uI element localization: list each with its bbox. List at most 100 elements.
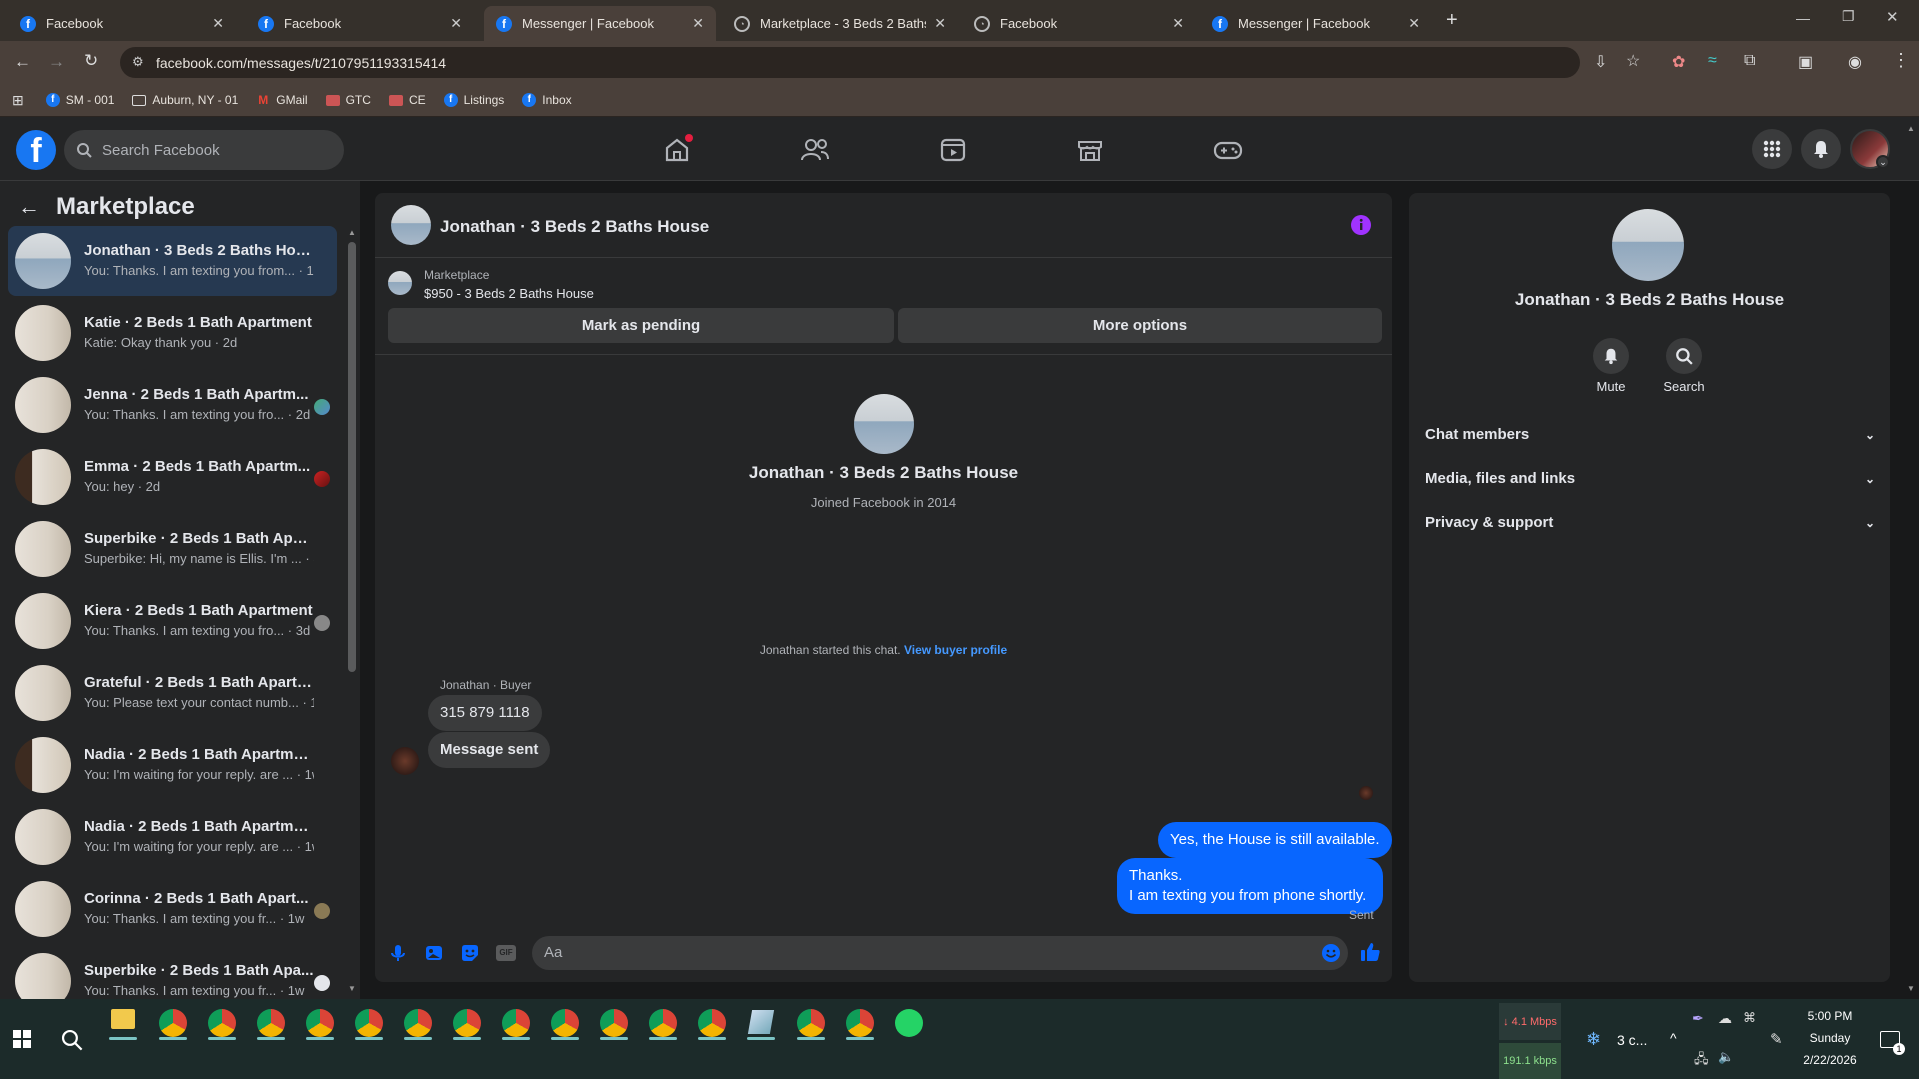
scrollbar[interactable] <box>348 242 356 672</box>
conversation-item[interactable]: Nadia · 2 Beds 1 Bath Apartment You: I'm… <box>8 802 337 872</box>
conversation-item[interactable]: Katie · 2 Beds 1 Bath Apartment Katie: O… <box>8 298 337 368</box>
clock-day[interactable]: Sunday <box>1798 1031 1862 1045</box>
browser-tab[interactable]: f Facebook ✕ <box>8 6 236 41</box>
emoji-icon[interactable] <box>1321 943 1341 963</box>
onedrive-icon[interactable]: ☁ <box>1718 1010 1732 1027</box>
sender-avatar[interactable] <box>391 747 419 775</box>
sidepanel-icon[interactable]: ▣ <box>1798 52 1813 72</box>
marketplace-icon[interactable] <box>1072 132 1108 168</box>
chrome-icon[interactable] <box>600 1009 628 1037</box>
scroll-down-icon[interactable]: ▼ <box>348 984 356 993</box>
conversation-item[interactable]: Nadia · 2 Beds 1 Bath Apartment You: I'm… <box>8 730 337 800</box>
browser-tab[interactable]: ◔ Facebook ✕ <box>962 6 1196 41</box>
windows-start-icon[interactable] <box>13 1030 31 1048</box>
pen-tray-icon[interactable]: ✒ <box>1692 1010 1704 1027</box>
message-input[interactable]: Aa <box>532 936 1348 970</box>
bookmark-inbox[interactable]: f Inbox <box>522 93 572 107</box>
close-icon[interactable]: ✕ <box>934 15 946 32</box>
conversation-item[interactable]: Jonathan · 3 Beds 2 Baths House You: Tha… <box>8 226 337 296</box>
chevron-down-icon[interactable]: ⌄ <box>1876 155 1890 169</box>
page-scroll-up-icon[interactable]: ▲ <box>1907 124 1915 133</box>
chat-header-title[interactable]: Jonathan · 3 Beds 2 Baths House <box>440 217 709 237</box>
chrome-icon[interactable] <box>698 1009 726 1037</box>
close-icon[interactable]: ✕ <box>1408 15 1420 32</box>
bookmark-gtc[interactable]: GTC <box>325 93 371 107</box>
chrome-icon[interactable] <box>551 1009 579 1037</box>
video-icon[interactable] <box>935 132 971 168</box>
details-avatar[interactable] <box>1612 209 1684 281</box>
volume-icon[interactable]: 🔈 <box>1718 1049 1734 1065</box>
restore-icon[interactable]: ❐ <box>1842 8 1855 25</box>
view-buyer-profile-link[interactable]: View buyer profile <box>904 643 1007 657</box>
install-icon[interactable]: ⇩ <box>1594 52 1607 72</box>
mute-button[interactable] <box>1593 338 1629 374</box>
chrome-icon[interactable] <box>208 1009 236 1037</box>
conversation-item[interactable]: Grateful · 2 Beds 1 Bath Apartme... You:… <box>8 658 337 728</box>
browser-tab[interactable]: f Facebook ✕ <box>246 6 474 41</box>
conversation-item[interactable]: Superbike · 2 Beds 1 Bath Apart... Super… <box>8 514 337 584</box>
clock-date[interactable]: 2/22/2026 <box>1798 1053 1862 1067</box>
profile-icon[interactable]: ◉ <box>1848 52 1862 72</box>
conversation-item[interactable]: Emma · 2 Beds 1 Bath Apartm... You: hey … <box>8 442 337 512</box>
chrome-icon[interactable] <box>797 1009 825 1037</box>
search-icon[interactable] <box>61 1029 83 1051</box>
browser-tab[interactable]: ◔ Marketplace - 3 Beds 2 Baths H ✕ <box>722 6 958 41</box>
weather-text[interactable]: 3 c... <box>1617 1032 1647 1048</box>
bookmark-gmail[interactable]: M GMail <box>256 93 307 107</box>
home-icon[interactable] <box>659 132 695 168</box>
more-options-button[interactable]: More options <box>898 308 1382 343</box>
section-media-files-links[interactable]: Media, files and links ⌄ <box>1425 470 1875 487</box>
whatsapp-icon[interactable] <box>895 1009 923 1037</box>
chrome-icon[interactable] <box>846 1009 874 1037</box>
incoming-message[interactable]: Message sent <box>428 732 551 768</box>
close-icon[interactable]: ✕ <box>692 15 704 32</box>
page-scroll-down-icon[interactable]: ▼ <box>1907 984 1915 993</box>
minimize-icon[interactable]: — <box>1796 10 1810 26</box>
close-icon[interactable]: ✕ <box>450 15 462 32</box>
reload-icon[interactable]: ↻ <box>84 51 98 71</box>
conversation-item[interactable]: Kiera · 2 Beds 1 Bath Apartment You: Tha… <box>8 586 337 656</box>
gaming-icon[interactable] <box>1210 132 1246 168</box>
facebook-logo[interactable]: f <box>16 130 56 170</box>
sticker-icon[interactable] <box>460 943 480 963</box>
scroll-up-icon[interactable]: ▲ <box>348 228 356 237</box>
chrome-icon[interactable] <box>404 1009 432 1037</box>
url-bar[interactable]: ⚙ facebook.com/messages/t/21079511933154… <box>120 47 1640 78</box>
chrome-icon[interactable] <box>257 1009 285 1037</box>
chrome-icon[interactable] <box>159 1009 187 1037</box>
chat-header-avatar[interactable] <box>391 205 431 245</box>
conversation-item[interactable]: Superbike · 2 Beds 1 Bath Apa... You: Th… <box>8 946 337 999</box>
bookmark-ce[interactable]: CE <box>388 93 426 107</box>
notepad-icon[interactable] <box>747 1010 775 1034</box>
section-chat-members[interactable]: Chat members ⌄ <box>1425 426 1875 443</box>
browser-tab[interactable]: f Messenger | Facebook ✕ <box>1200 6 1432 41</box>
close-icon[interactable]: ✕ <box>1172 15 1184 32</box>
webcam-icon[interactable]: ⌘ <box>1743 1010 1756 1026</box>
profile-avatar[interactable] <box>854 394 914 454</box>
chrome-icon[interactable] <box>453 1009 481 1037</box>
weather-icon[interactable]: ❄ <box>1586 1029 1601 1050</box>
file-explorer-icon[interactable] <box>111 1009 135 1029</box>
menu-grid-button[interactable] <box>1752 129 1792 169</box>
network-icon[interactable]: 🖧 <box>1694 1050 1709 1072</box>
tray-expand-icon[interactable]: ^ <box>1670 1030 1677 1046</box>
conversation-item[interactable]: Jenna · 2 Beds 1 Bath Apartm... You: Tha… <box>8 370 337 440</box>
bookmark-listings[interactable]: f Listings <box>443 93 504 107</box>
incoming-message[interactable]: 315 879 1118 <box>428 695 542 731</box>
listing-title[interactable]: $950 - 3 Beds 2 Baths House <box>424 286 594 301</box>
chrome-icon[interactable] <box>355 1009 383 1037</box>
new-tab-icon[interactable]: + <box>1446 9 1458 32</box>
close-window-icon[interactable]: ✕ <box>1886 8 1899 26</box>
apps-grid-icon[interactable]: ⊞ <box>12 92 24 109</box>
clock-time[interactable]: 5:00 PM <box>1798 1009 1862 1023</box>
gif-icon[interactable]: GIF <box>496 945 516 961</box>
puzzle-icon[interactable]: ⧉ <box>1744 52 1755 70</box>
info-icon[interactable] <box>1350 214 1372 236</box>
back-arrow-icon[interactable]: ← <box>18 194 40 220</box>
chrome-icon[interactable] <box>649 1009 677 1037</box>
mark-as-pending-button[interactable]: Mark as pending <box>388 308 894 343</box>
menu-icon[interactable]: ⋮ <box>1892 50 1910 71</box>
back-icon[interactable]: ← <box>14 52 31 72</box>
section-privacy-support[interactable]: Privacy & support ⌄ <box>1425 514 1875 531</box>
notifications-button[interactable] <box>1801 129 1841 169</box>
